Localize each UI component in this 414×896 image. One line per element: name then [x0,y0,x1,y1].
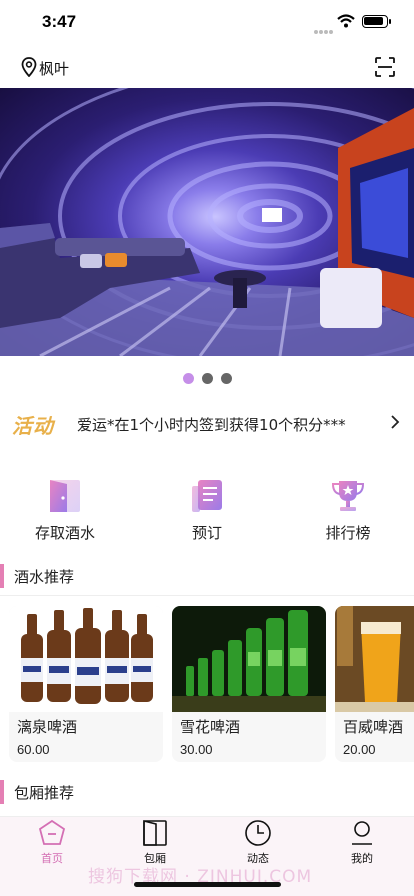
section-title: 包厢推荐 [14,784,75,802]
tab-rooms[interactable]: 包厢 [115,819,195,867]
user-icon [352,821,372,845]
location-pin-icon[interactable] [21,57,37,77]
product-image [172,606,326,712]
activity-tag: 活动 [12,414,54,438]
product-card[interactable]: 雪花啤酒 30.00 [172,606,326,762]
quick-actions: 存取酒水 预订 排行榜 [0,478,414,544]
home-pentagon-icon [38,819,66,845]
quick-action-label: 排行榜 [325,524,371,542]
scan-icon[interactable] [375,57,395,77]
product-image [335,606,414,712]
quick-action-label: 预订 [191,524,222,542]
home-indicator [134,882,281,887]
quick-action-booking[interactable]: 预订 [157,478,257,544]
tab-label: 首页 [41,852,63,865]
signal-dots-icon [314,19,334,34]
document-icon [192,480,222,512]
product-price: 60.00 [17,742,50,757]
section-header-rooms: 包厢推荐 [0,778,414,808]
product-image [9,606,163,712]
city-selector[interactable]: 枫叶 [39,58,69,79]
divider [0,595,414,596]
product-price: 20.00 [343,742,376,757]
section-accent-bar [0,780,4,804]
product-list[interactable]: 漓泉啤酒 60.00 雪花啤酒 30.00 百威啤酒 20.00 [0,606,414,762]
section-accent-bar [0,564,4,588]
section-title: 酒水推荐 [14,568,75,586]
tab-home[interactable]: 首页 [12,819,92,867]
status-bar: 3:47 [0,0,414,46]
banner-carousel[interactable] [0,88,414,356]
pager-dot[interactable] [201,373,213,384]
trophy-icon [331,481,365,511]
status-time: 3:47 [42,12,77,31]
header: 枫叶 [0,50,414,86]
tab-feed[interactable]: 动态 [218,819,298,867]
quick-action-store-drinks[interactable]: 存取酒水 [15,478,115,544]
pager-dot[interactable] [182,373,194,384]
banner-image [0,88,414,356]
door-icon [143,819,167,846]
chevron-right-icon[interactable] [390,414,400,430]
carousel-pager [0,369,414,384]
wifi-icon [337,14,355,28]
product-name: 漓泉啤酒 [17,718,78,736]
product-name: 雪花啤酒 [180,718,241,736]
battery-icon [362,15,391,28]
tab-label: 我的 [351,852,373,865]
activity-text[interactable]: 爱运*在1个小时内签到获得10个积分*** [77,414,346,435]
door-icon [50,480,80,512]
product-name: 百威啤酒 [343,718,404,736]
product-price: 30.00 [180,742,213,757]
tab-profile[interactable]: 我的 [322,819,402,867]
activity-bar[interactable]: 活动 爱运*在1个小时内签到获得10个积分*** [0,404,414,444]
product-card[interactable]: 漓泉啤酒 60.00 [9,606,163,762]
product-card[interactable]: 百威啤酒 20.00 [335,606,414,762]
quick-action-ranking[interactable]: 排行榜 [298,478,398,544]
section-header-drinks: 酒水推荐 [0,562,414,592]
pager-dot[interactable] [220,373,232,384]
clock-icon [245,820,271,846]
quick-action-label: 存取酒水 [34,524,95,542]
